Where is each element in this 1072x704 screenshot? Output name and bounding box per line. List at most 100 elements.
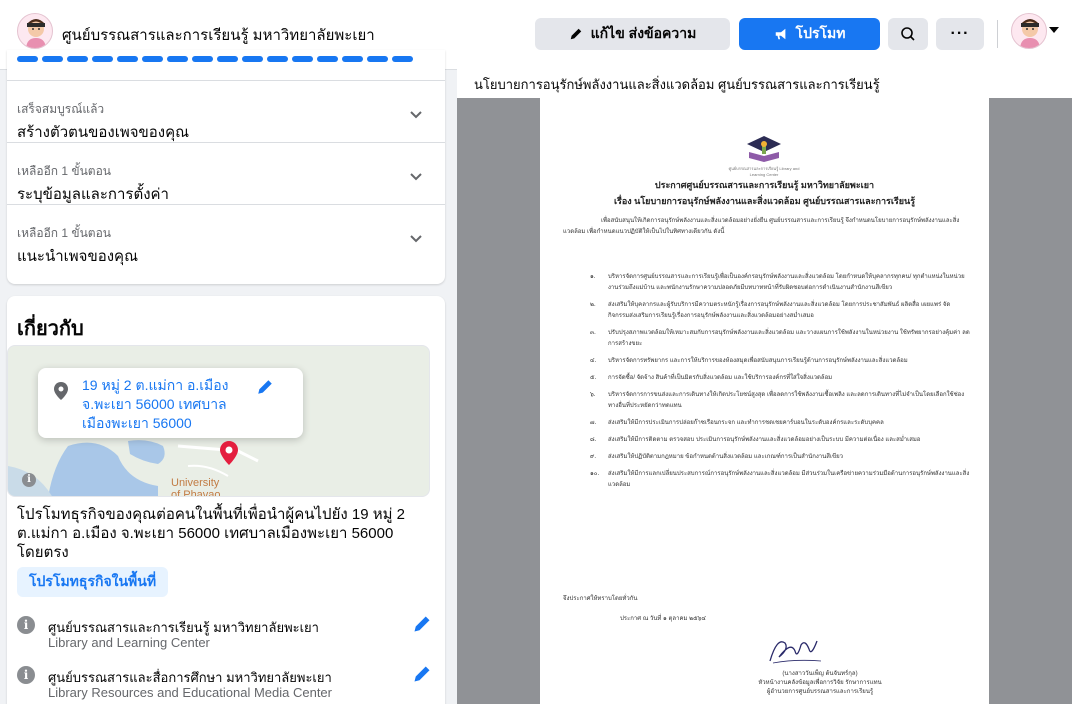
item-text: ปรับปรุงสภาพแวดล้อมให้เหมาะสมกับการอนุรั… — [608, 330, 970, 347]
post-image-area[interactable]: ศูนย์บรรณสารและการเรียนรู้ Library and L… — [457, 98, 1072, 704]
more-options-button[interactable]: ··· — [936, 18, 984, 50]
item-number: ๓. — [590, 330, 596, 336]
item-text: การจัดซื้อ/ จัดจ้าง สินค้าที่เป็นมิตรกับ… — [608, 375, 833, 381]
chevron-down-icon — [410, 173, 422, 181]
progress-segment — [217, 56, 238, 62]
item-text: บริหารจัดการศูนย์บรรณสารและการเรียนรู้เพ… — [608, 274, 965, 291]
item-number: ๒. — [590, 302, 596, 308]
post-caption: นโยบายการอนุรักษ์พลังงานและสิ่งแวดล้อม ศ… — [474, 77, 880, 92]
doc-signer-block: (นางสาววันเพ็ญ ต้นจันทร์กุล) หัวหน้างานค… — [740, 670, 900, 697]
item-number: ๑. — [590, 274, 596, 280]
info-name-english: Library and Learning Center — [48, 635, 210, 650]
progress-segment — [42, 56, 63, 62]
local-promo-text: โปรโมทธุรกิจของคุณต่อคนในพื้นที่เพื่อนำผ… — [17, 506, 405, 561]
item-text: ส่งเสริมให้ปฏิบัติตามกฎหมาย ข้อกำหนดด้าน… — [608, 454, 843, 460]
location-pin-icon — [54, 382, 68, 400]
doc-intro: เพื่อสนับสนุนให้เกิดการอนุรักษ์พลังงานแล… — [563, 218, 960, 235]
mascot-avatar-icon[interactable] — [17, 13, 53, 49]
step-status: เหลืออีก 1 ขั้นตอน — [17, 226, 111, 240]
list-item: ๔. บริหารจัดการทรัพยากร และการให้บริการขอ… — [580, 356, 970, 367]
map-place-label: University of Phavao — [171, 477, 221, 497]
location-map[interactable]: 19 หมู่ 2 ต.แม่กา อ.เมือง จ.พะเยา 56000 … — [7, 345, 430, 497]
item-number: ๘. — [590, 437, 597, 443]
pencil-icon — [570, 28, 581, 40]
edit-pencil-icon[interactable] — [412, 614, 432, 634]
progress-segment — [167, 56, 188, 62]
progress-segment — [67, 56, 88, 62]
setup-step-introduce-page[interactable]: เหลืออีก 1 ขั้นตอน แนะนำเพจของคุณ — [7, 204, 445, 266]
progress-segment — [192, 56, 213, 62]
progress-segment — [267, 56, 288, 62]
address-link[interactable]: 19 หมู่ 2 ต.แม่กา อ.เมือง จ.พะเยา 56000 … — [82, 376, 252, 433]
list-item: ๕. การจัดซื้อ/ จัดจ้าง สินค้าที่เป็นมิตรก… — [580, 373, 970, 384]
setup-step-info-settings[interactable]: เหลืออีก 1 ขั้นตอน ระบุข้อมูลและการตั้งค… — [7, 142, 445, 204]
list-item: ๖. บริหารจัดการการขนส่งและการเดินทางให้เก… — [580, 390, 970, 412]
page-setup-card: เสร็จสมบูรณ์แล้ว สร้างตัวตนของเพจของคุณ … — [7, 50, 445, 284]
signer-name: (นางสาววันเพ็ญ ต้นจันทร์กุล) — [782, 671, 858, 677]
map-info-icon[interactable]: i — [22, 473, 36, 487]
item-number: ๙. — [590, 454, 597, 460]
announcement-document: ศูนย์บรรณสารและการเรียนรู้ Library and L… — [540, 98, 989, 704]
about-title: เกี่ยวกับ — [17, 318, 84, 340]
signature-image — [769, 640, 822, 664]
progress-segment — [317, 56, 338, 62]
promote-button-label: โปรโมท — [795, 25, 846, 41]
info-icon: i — [17, 666, 35, 684]
header-divider — [997, 20, 998, 48]
item-text: บริหารจัดการการขนส่งและการเดินทางให้เกิด… — [608, 392, 965, 409]
signer-title: หัวหน้างานคลังข้อมูลเพื่อการวิจัย รักษาก… — [758, 680, 882, 686]
item-number: ๑๐. — [590, 471, 600, 477]
list-item: ๙. ส่งเสริมให้ปฏิบัติตามกฎหมาย ข้อกำหนดด้… — [580, 452, 970, 463]
profile-avatar[interactable] — [1011, 13, 1047, 49]
progress-segment — [342, 56, 363, 62]
promote-button[interactable]: โปรโมท — [739, 18, 880, 50]
doc-logo-text: ศูนย์บรรณสารและการเรียนรู้ Library and L… — [728, 166, 800, 177]
item-text: ส่งเสริมให้มีการประเมินการปล่อยก๊าซเรือน… — [608, 420, 884, 426]
list-item: ๒. ส่งเสริมให้บุคลากรและผู้รับบริการมีควา… — [580, 300, 970, 322]
edit-send-message-button[interactable]: แก้ไข ส่งข้อความ — [535, 18, 730, 50]
doc-policy-list: ๑. บริหารจัดการศูนย์บรรณสารและการเรียนรู้… — [580, 272, 970, 497]
item-text: ส่งเสริมให้มีการติดตาม ตรวจสอบ ประเมินกา… — [608, 437, 921, 443]
info-icon: i — [17, 616, 35, 634]
category-info-row: i ศูนย์บรรณสารและการเรียนรู้ มหาวิทยาลัย… — [17, 614, 437, 654]
step-title: แนะนำเพจของคุณ — [17, 248, 138, 265]
map-place-label-line1: University — [171, 477, 220, 489]
address-card[interactable]: 19 หมู่ 2 ต.แม่กา อ.เมือง จ.พะเยา 56000 … — [38, 368, 303, 438]
setup-step-create-identity[interactable]: เสร็จสมบูรณ์แล้ว สร้างตัวตนของเพจของคุณ — [7, 80, 445, 142]
megaphone-icon — [775, 28, 785, 40]
map-marker-icon — [220, 441, 238, 465]
progress-segment — [367, 56, 388, 62]
item-number: ๖. — [590, 392, 596, 398]
category-info-row: i ศูนย์บรรณสารและสื่อการศึกษา มหาวิทยาลั… — [17, 664, 437, 704]
edit-pencil-icon[interactable] — [412, 664, 432, 684]
about-card: เกี่ยวกับ 19 หมู่ 2 ต.แม่กา อ.เมือง จ.พะ… — [7, 296, 445, 704]
promote-local-business-button[interactable]: โปรโมทธุรกิจในพื้นที่ — [17, 567, 169, 597]
page-title[interactable]: ศูนย์บรรณสารและการเรียนรู้ มหาวิทยาลัยพะ… — [62, 23, 375, 47]
doc-title: ประกาศศูนย์บรรณสารและการเรียนรู้ มหาวิทย… — [654, 180, 875, 190]
item-number: ๔. — [590, 358, 597, 364]
chevron-down-icon — [410, 235, 422, 243]
list-item: ๘. ส่งเสริมให้มีการติดตาม ตรวจสอบ ประเมิน… — [580, 435, 970, 446]
item-text: ส่งเสริมให้บุคลากรและผู้รับบริการมีความต… — [608, 302, 951, 319]
doc-date: ประกาศ ณ วันที่ ๑ ตุลาคม ๒๕๖๔ — [620, 616, 706, 622]
library-logo-icon — [747, 136, 781, 162]
item-text: ส่งเสริมให้มีการแลกเปลี่ยนประสบการณ์การอ… — [608, 471, 970, 488]
step-status: เสร็จสมบูรณ์แล้ว — [17, 102, 105, 116]
list-item: ๑๐. ส่งเสริมให้มีการแลกเปลี่ยนประสบการณ์ก… — [580, 469, 970, 491]
step-status: เหลืออีก 1 ขั้นตอน — [17, 164, 111, 178]
edit-pencil-icon[interactable] — [256, 378, 274, 396]
step-title: สร้างตัวตนของเพจของคุณ — [17, 124, 190, 141]
caret-down-icon[interactable] — [1049, 27, 1059, 33]
post-card: นโยบายการอนุรักษ์พลังงานและสิ่งแวดล้อม ศ… — [457, 62, 1072, 704]
list-item: ๗. ส่งเสริมให้มีการประเมินการปล่อยก๊าซเรื… — [580, 418, 970, 429]
list-item: ๑. บริหารจัดการศูนย์บรรณสารและการเรียนรู้… — [580, 272, 970, 294]
setup-progress-strip — [17, 56, 413, 62]
doc-subject: เรื่อง นโยบายการอนุรักษ์พลังงานและสิ่งแว… — [613, 196, 916, 206]
step-title: ระบุข้อมูลและการตั้งค่า — [17, 186, 169, 203]
progress-segment — [117, 56, 138, 62]
info-name-english: Library Resources and Educational Media … — [48, 685, 332, 700]
signer-title: ผู้อำนวยการศูนย์บรรณสารและการเรียนรู้ — [766, 689, 874, 695]
progress-segment — [92, 56, 113, 62]
search-button[interactable] — [888, 18, 928, 50]
map-place-label-line2: of Phavao — [171, 489, 221, 497]
